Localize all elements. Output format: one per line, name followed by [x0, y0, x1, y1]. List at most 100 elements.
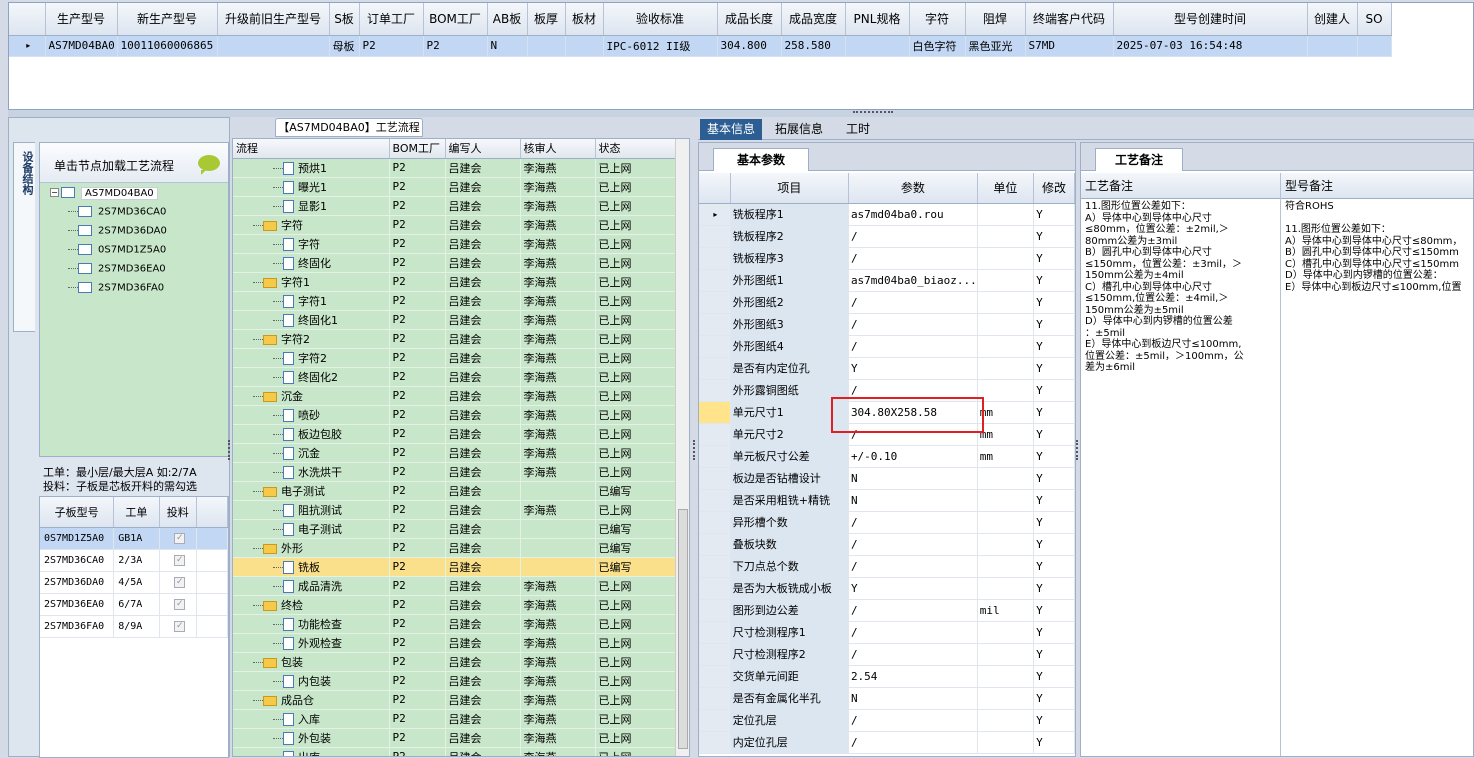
process-row[interactable]: 字符1 P2 吕建会 李海燕 已上网: [233, 291, 676, 311]
process-row[interactable]: 沉金 P2 吕建会 李海燕 已上网: [233, 443, 676, 463]
param-value[interactable]: /: [848, 621, 978, 644]
sub-board-row[interactable]: 2S7MD36DA0 4/5A ✓: [40, 571, 229, 594]
process-row[interactable]: 内包装 P2 吕建会 李海燕 已上网: [233, 671, 676, 691]
process-row[interactable]: 外观检查 P2 吕建会 李海燕 已上网: [233, 633, 676, 653]
tab-basic-params[interactable]: 基本参数: [713, 148, 809, 171]
column-header[interactable]: [9, 3, 46, 36]
tree-node[interactable]: 2S7MD36CA0: [50, 206, 228, 225]
param-modify[interactable]: Y: [1033, 291, 1075, 314]
param-value[interactable]: as7md04ba0.rou: [848, 203, 978, 226]
splitter-grip[interactable]: [853, 111, 893, 115]
sub-board-row[interactable]: 2S7MD36CA0 2/3A ✓: [40, 549, 229, 572]
column-header[interactable]: 板厚: [527, 3, 566, 36]
param-row[interactable]: 是否为大板铣成小板 Y Y: [699, 577, 1075, 600]
process-row[interactable]: 板边包胶 P2 吕建会 李海燕 已上网: [233, 424, 676, 444]
tree-node[interactable]: 2S7MD36FA0: [50, 282, 228, 301]
column-header[interactable]: 投料: [159, 497, 197, 528]
feed-checkbox[interactable]: ✓: [174, 621, 186, 632]
process-scrollbar[interactable]: [675, 139, 689, 756]
process-row[interactable]: 字符 P2 吕建会 李海燕 已上网: [233, 215, 676, 235]
param-row[interactable]: 异形槽个数 / Y: [699, 511, 1075, 534]
horizontal-splitter[interactable]: [8, 110, 1474, 117]
vertical-tab-structure[interactable]: 设备结构: [13, 142, 35, 332]
param-modify[interactable]: Y: [1033, 731, 1075, 754]
param-modify[interactable]: Y: [1033, 643, 1075, 666]
process-row[interactable]: 出库 P2 吕建会 李海燕 已上网: [233, 747, 676, 756]
process-row[interactable]: 电子测试 P2 吕建会 已编写: [233, 481, 676, 501]
param-modify[interactable]: Y: [1033, 247, 1075, 270]
column-header[interactable]: 型号创建时间: [1113, 3, 1308, 36]
column-header[interactable]: 验收标准: [603, 3, 718, 36]
param-modify[interactable]: Y: [1033, 665, 1075, 688]
sub-board-row[interactable]: 2S7MD36FA0 8/9A ✓: [40, 615, 229, 638]
param-row[interactable]: 铣板程序2/ Y: [699, 225, 1075, 248]
feed-checkbox[interactable]: ✓: [174, 533, 186, 544]
tab-process-remarks[interactable]: 工艺备注: [1095, 148, 1183, 171]
column-header[interactable]: 核审人: [520, 139, 596, 159]
table-row[interactable]: ▸ AS7MD04BA0 10011060006865 母板 P2 P2 N IPC-6012…: [9, 35, 1392, 57]
param-row[interactable]: 叠板块数 / Y: [699, 533, 1075, 556]
param-modify[interactable]: Y: [1033, 599, 1075, 622]
column-header[interactable]: 阻焊: [965, 3, 1026, 36]
param-modify[interactable]: Y: [1033, 467, 1075, 490]
param-value[interactable]: /: [848, 533, 978, 556]
param-row[interactable]: 外形图纸3/ Y: [699, 313, 1075, 336]
tree-root[interactable]: − AS7MD04BA0: [50, 186, 228, 206]
process-row[interactable]: 预烘1 P2 吕建会 李海燕 已上网: [233, 158, 676, 178]
param-modify[interactable]: Y: [1033, 335, 1075, 358]
column-header[interactable]: PNL规格: [845, 3, 910, 36]
process-row[interactable]: 字符2 P2 吕建会 李海燕 已上网: [233, 329, 676, 349]
param-value[interactable]: /: [848, 511, 978, 534]
chat-bubble-icon[interactable]: [198, 155, 220, 175]
column-header[interactable]: 项目: [730, 173, 849, 204]
param-value[interactable]: /: [848, 247, 978, 270]
column-header[interactable]: 升级前旧生产型号: [217, 3, 330, 36]
param-row[interactable]: 定位孔层 / Y: [699, 709, 1075, 732]
param-value[interactable]: /: [848, 555, 978, 578]
param-modify[interactable]: Y: [1033, 445, 1075, 468]
process-row[interactable]: 功能检查 P2 吕建会 李海燕 已上网: [233, 614, 676, 634]
column-header[interactable]: 终端客户代码: [1025, 3, 1114, 36]
tree-node[interactable]: 2S7MD36DA0: [50, 225, 228, 244]
process-row[interactable]: 阻抗测试 P2 吕建会 李海燕 已上网: [233, 500, 676, 520]
param-value[interactable]: /: [848, 731, 978, 754]
param-modify[interactable]: Y: [1033, 401, 1075, 424]
param-row[interactable]: 单元板尺寸公差 +/-0.10 mm Y: [699, 445, 1075, 468]
column-header[interactable]: SO: [1357, 3, 1392, 36]
process-row[interactable]: 字符1 P2 吕建会 李海燕 已上网: [233, 272, 676, 292]
tree-node[interactable]: 2S7MD36EA0: [50, 263, 228, 282]
param-row[interactable]: 是否采用粗铣+精铣 N Y: [699, 489, 1075, 512]
tab-work-hours[interactable]: 工时: [838, 119, 878, 140]
param-row[interactable]: 图形到边公差 / mil Y: [699, 599, 1075, 622]
process-row[interactable]: 终固化2 P2 吕建会 李海燕 已上网: [233, 367, 676, 387]
param-modify[interactable]: Y: [1033, 511, 1075, 534]
column-header[interactable]: BOM工厂: [423, 3, 488, 36]
param-value[interactable]: /: [848, 709, 978, 732]
param-value[interactable]: N: [848, 467, 978, 490]
param-value[interactable]: N: [848, 687, 978, 710]
column-header[interactable]: 订单工厂: [359, 3, 424, 36]
param-value[interactable]: Y: [848, 577, 978, 600]
process-row[interactable]: 包装 P2 吕建会 李海燕 已上网: [233, 652, 676, 672]
process-row[interactable]: 铣板 P2 吕建会 已编写: [233, 557, 676, 577]
tree-node[interactable]: 0S7MD1Z5A0: [50, 244, 228, 263]
param-modify[interactable]: Y: [1033, 313, 1075, 336]
param-row[interactable]: 尺寸检测程序2/ Y: [699, 643, 1075, 666]
param-modify[interactable]: Y: [1033, 577, 1075, 600]
process-row[interactable]: 沉金 P2 吕建会 李海燕 已上网: [233, 386, 676, 406]
param-value[interactable]: /: [848, 291, 978, 314]
column-header[interactable]: S板: [329, 3, 360, 36]
process-row[interactable]: 终检 P2 吕建会 李海燕 已上网: [233, 595, 676, 615]
param-modify[interactable]: Y: [1033, 225, 1075, 248]
feed-checkbox[interactable]: ✓: [174, 599, 186, 610]
param-modify[interactable]: Y: [1033, 687, 1075, 710]
param-row[interactable]: 是否有金属化半孔 N Y: [699, 687, 1075, 710]
param-value[interactable]: 2.54: [848, 665, 978, 688]
process-row[interactable]: 成品仓 P2 吕建会 李海燕 已上网: [233, 690, 676, 710]
column-header[interactable]: 编写人: [445, 139, 521, 159]
vertical-grip[interactable]: [693, 440, 697, 460]
param-value[interactable]: /: [848, 225, 978, 248]
param-modify[interactable]: Y: [1033, 379, 1075, 402]
param-row[interactable]: 铣板程序3/ Y: [699, 247, 1075, 270]
process-row[interactable]: 字符2 P2 吕建会 李海燕 已上网: [233, 348, 676, 368]
